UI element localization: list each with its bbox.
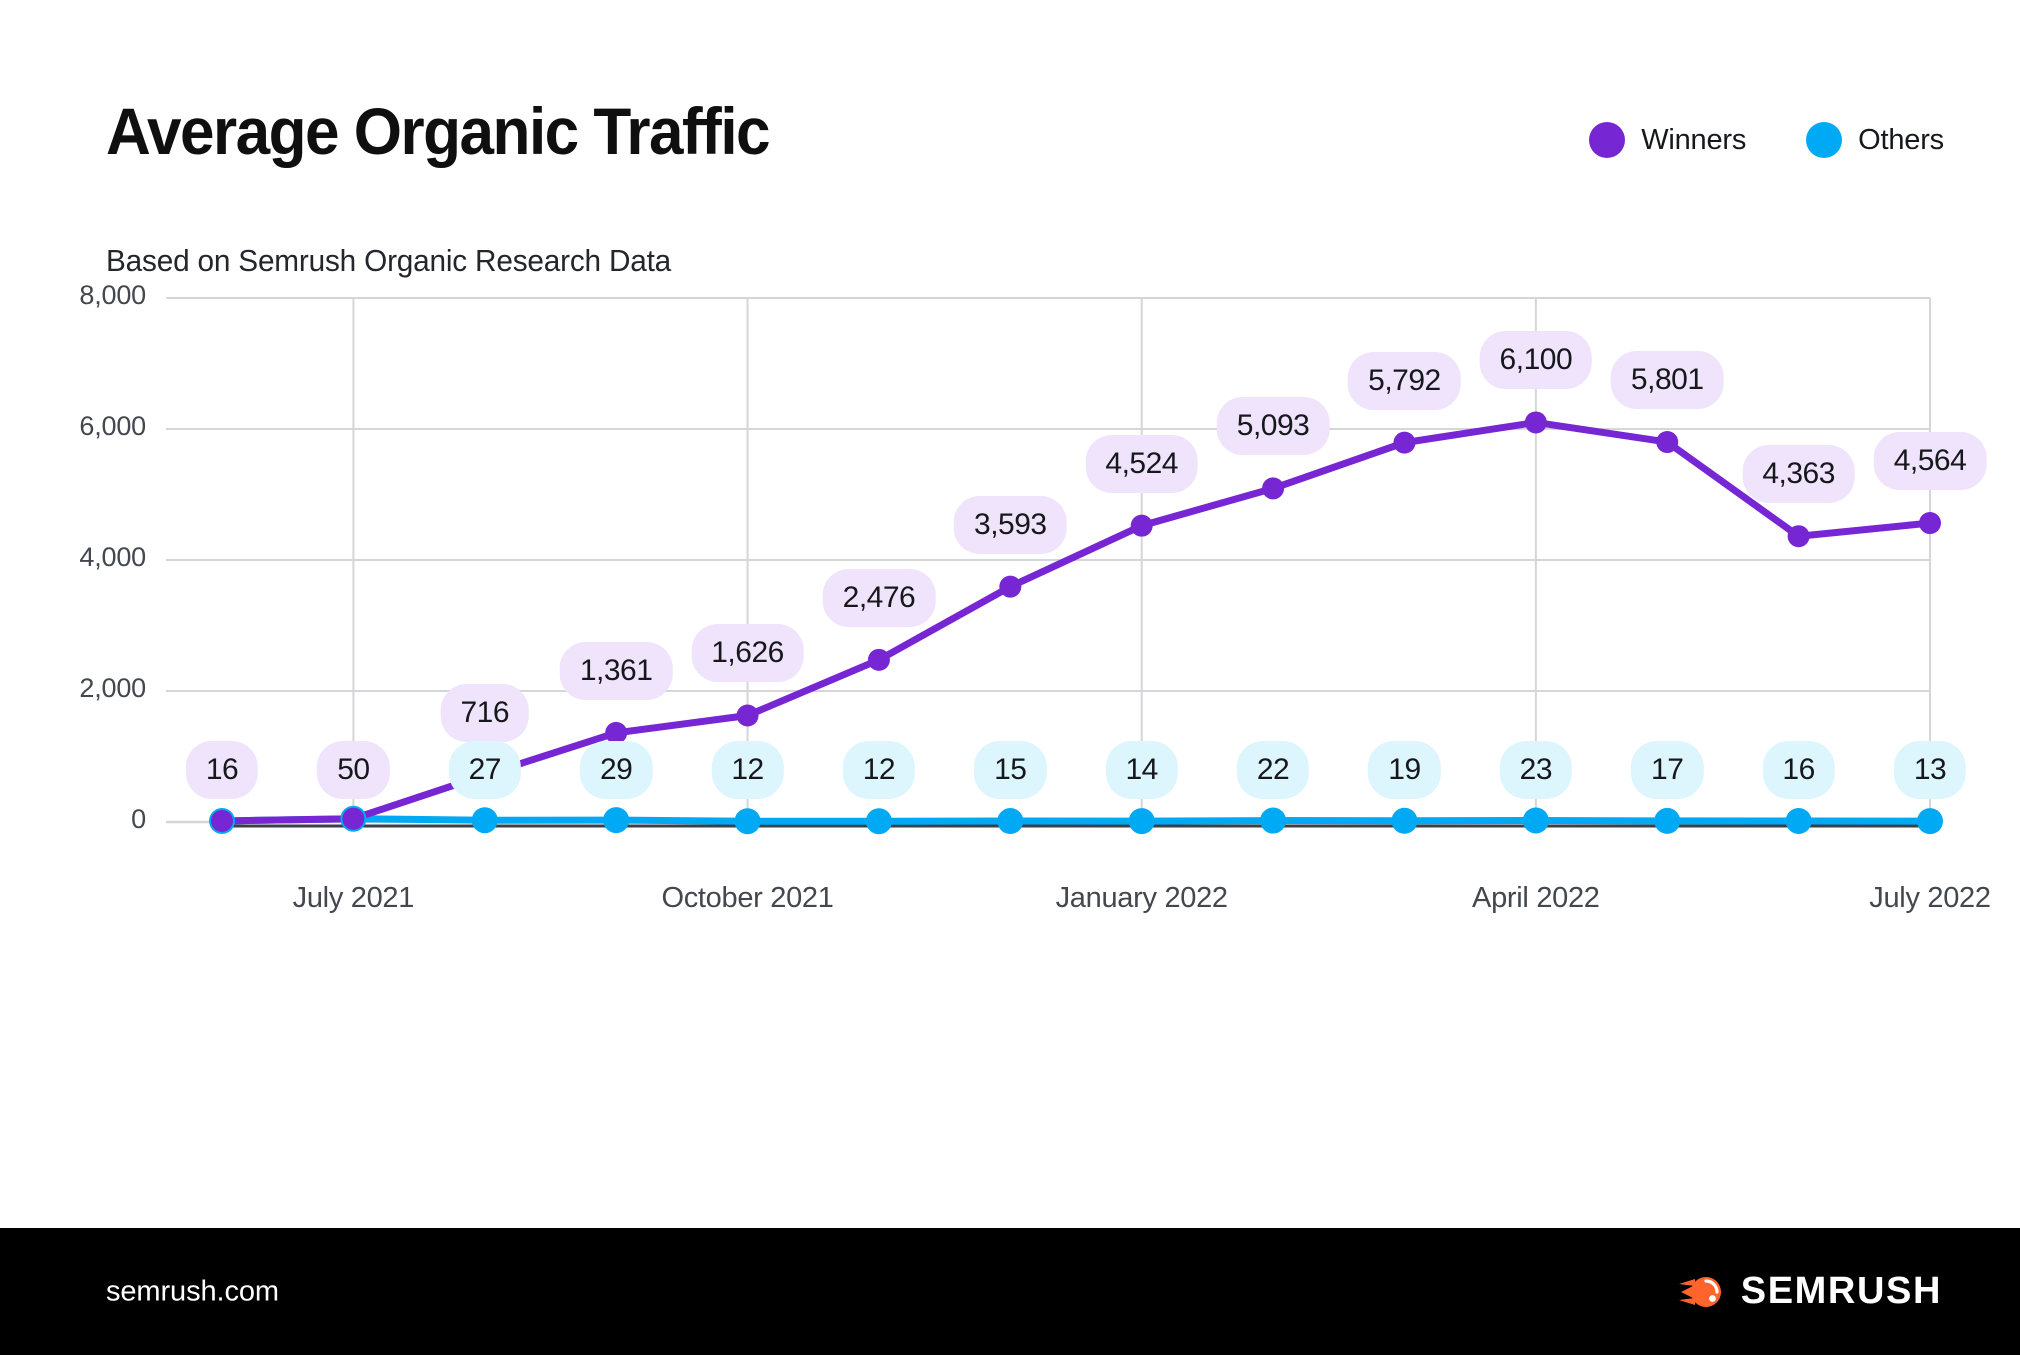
data-label-others: 19: [1368, 741, 1441, 799]
data-label-winners: 5,801: [1610, 351, 1724, 410]
data-label-others: 12: [842, 741, 916, 799]
chart-page: Average Organic Traffic Based on Semrush…: [0, 0, 2020, 1355]
data-label-others: 17: [1631, 741, 1704, 799]
legend-dot-icon: [1589, 122, 1626, 158]
x-axis-tick: July 2022: [1869, 882, 1991, 914]
chart-legend: Winners Others: [1589, 120, 1944, 160]
data-label-winners: 4,564: [1873, 432, 1987, 491]
x-axis-tick: January 2022: [1055, 882, 1228, 914]
data-label-winners: 50: [317, 741, 390, 799]
legend-item-winners[interactable]: Winners: [1589, 120, 1746, 160]
x-axis-tick: October 2021: [661, 882, 834, 914]
data-label-winners: 5,792: [1348, 351, 1461, 410]
legend-label-winners: Winners: [1641, 123, 1747, 156]
y-axis-tick: 4,000: [79, 542, 146, 572]
semrush-comet-icon: [1678, 1276, 1721, 1307]
data-label-winners: 16: [185, 741, 259, 799]
x-axis-tick: April 2022: [1472, 882, 1600, 914]
data-label-winners: 3,593: [954, 495, 1067, 554]
footer-bar: semrush.com SEMRUSH: [0, 1228, 2020, 1355]
data-label-winners: 6,100: [1479, 331, 1593, 390]
data-label-others: 23: [1499, 741, 1573, 799]
y-axis-tick: 8,000: [79, 280, 146, 310]
semrush-logo-text: SEMRUSH: [1740, 1270, 1942, 1312]
data-label-winners: 2,476: [822, 568, 936, 627]
data-label-winners: 4,363: [1742, 445, 1855, 504]
data-label-winners: 1,361: [559, 641, 673, 700]
chart-canvas: [166, 297, 1943, 835]
y-axis-tick: 0: [131, 804, 146, 834]
semrush-logo[interactable]: SEMRUSH: [1678, 1269, 1942, 1315]
data-label-others: 27: [448, 741, 521, 799]
page-title: Average Organic Traffic: [106, 94, 771, 168]
y-axis-tick: 6,000: [79, 411, 146, 441]
data-label-winners: 716: [440, 684, 530, 743]
y-axis-tick: 2,000: [79, 673, 146, 703]
legend-dot-icon: [1806, 122, 1843, 158]
data-label-winners: 5,093: [1216, 397, 1330, 456]
chart-header: Average Organic Traffic Based on Semrush…: [0, 0, 2020, 278]
data-label-others: 12: [711, 741, 784, 799]
x-axis-tick: July 2021: [292, 882, 415, 914]
data-label-others: 14: [1105, 741, 1178, 799]
data-label-others: 29: [579, 741, 653, 799]
footer-url[interactable]: semrush.com: [106, 1275, 279, 1308]
data-label-others: 13: [1893, 741, 1967, 799]
legend-item-others[interactable]: Others: [1806, 120, 1944, 160]
data-label-winners: 1,626: [691, 624, 804, 683]
data-label-others: 22: [1236, 741, 1310, 799]
data-label-others: 15: [974, 741, 1047, 799]
data-label-others: 16: [1762, 741, 1835, 799]
legend-label-others: Others: [1858, 123, 1944, 156]
data-label-winners: 4,524: [1085, 434, 1198, 493]
chart-plot-area: 0 2,000 4,000 6,000 8,000 July 2021 October 2…: [0, 270, 2020, 1160]
